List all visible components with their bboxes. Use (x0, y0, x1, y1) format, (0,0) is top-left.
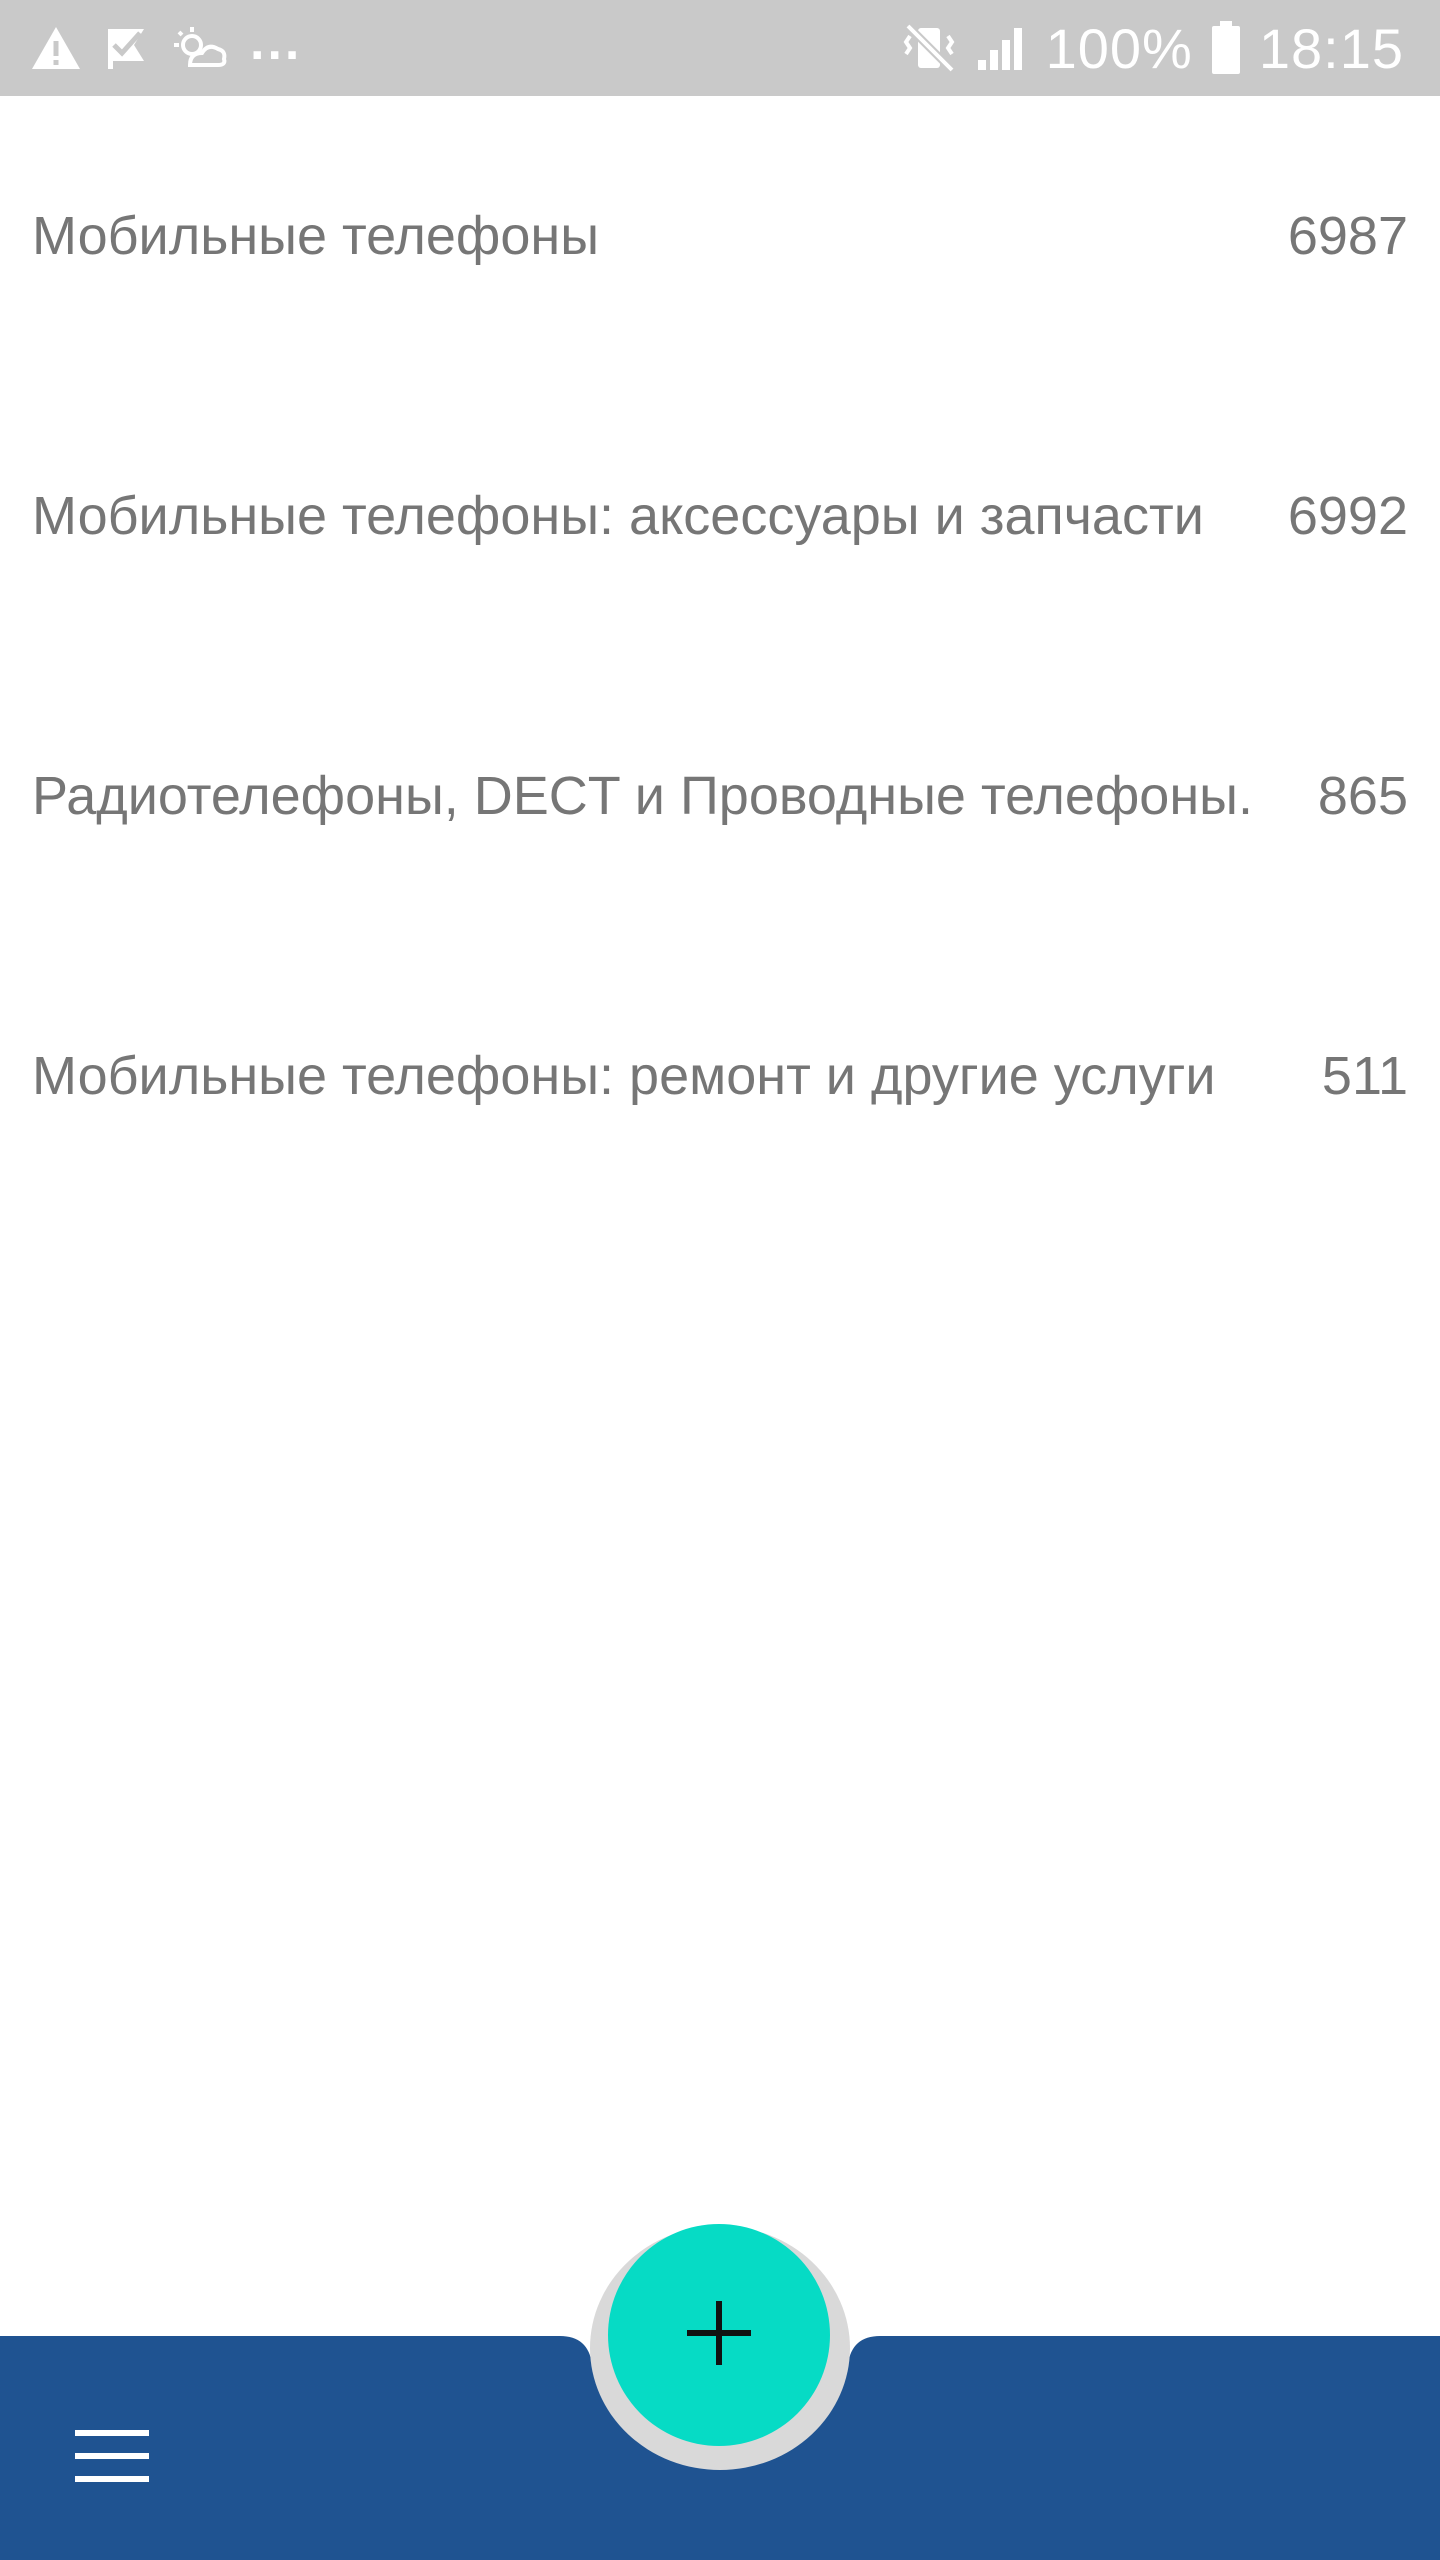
category-list: Мобильные телефоны 6987 Мобильные телефо… (0, 96, 1440, 1216)
category-count: 511 (1321, 1046, 1408, 1106)
vibrate-mute-icon (902, 22, 958, 74)
battery-percent: 100% (1045, 16, 1193, 80)
clock: 18:15 (1258, 16, 1404, 80)
list-item[interactable]: Мобильные телефоны: ремонт и другие услу… (0, 936, 1440, 1216)
plus-icon (687, 2300, 751, 2370)
category-count: 6992 (1287, 486, 1408, 546)
list-item[interactable]: Радиотелефоны, DECT и Проводные телефоны… (0, 656, 1440, 936)
signal-icon (976, 24, 1028, 72)
category-name: Мобильные телефоны: аксессуары и запчаст… (32, 486, 1204, 546)
add-button[interactable] (608, 2224, 830, 2446)
warning-icon (30, 25, 82, 71)
category-name: Радиотелефоны, DECT и Проводные телефоны… (32, 766, 1253, 826)
list-item[interactable]: Мобильные телефоны 6987 (0, 96, 1440, 376)
status-overflow: ... (250, 13, 303, 71)
category-name: Мобильные телефоны: ремонт и другие услу… (32, 1046, 1216, 1106)
weather-icon (172, 25, 228, 71)
category-count: 6987 (1287, 206, 1408, 266)
menu-button[interactable] (56, 2408, 168, 2508)
battery-icon (1211, 21, 1241, 75)
category-count: 865 (1317, 766, 1408, 826)
list-item[interactable]: Мобильные телефоны: аксессуары и запчаст… (0, 376, 1440, 656)
category-name: Мобильные телефоны (32, 206, 600, 266)
status-bar: ... 100% 18:15 (0, 0, 1440, 96)
hamburger-menu-icon (75, 2429, 149, 2487)
check-flag-icon (104, 25, 150, 71)
